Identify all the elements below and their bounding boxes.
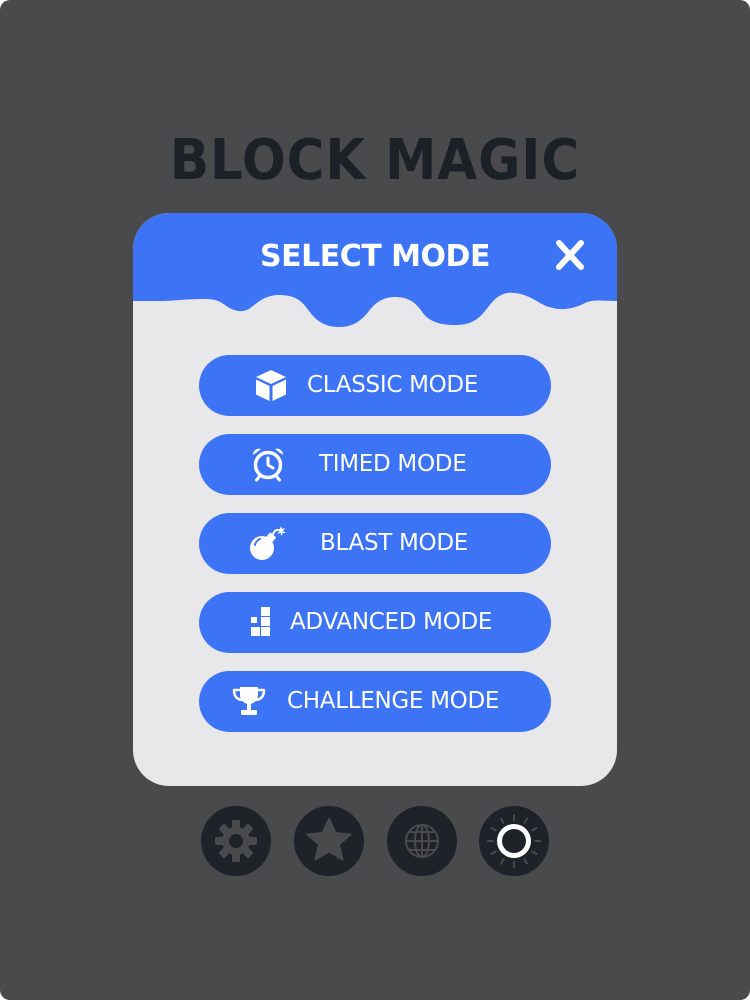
close-button[interactable] — [548, 233, 592, 277]
advanced-mode-button[interactable]: ADVANCED MODE — [199, 592, 551, 653]
dialog-header-drip-shape — [133, 213, 617, 327]
trophy-icon — [232, 687, 266, 715]
select-mode-dialog: SELECT MODE CLASSIC MODE TIMED MODE BLAS… — [133, 213, 617, 786]
blocks-icon — [251, 607, 270, 636]
star-icon — [306, 818, 352, 861]
cube-icon — [256, 370, 286, 401]
timed-mode-button[interactable]: TIMED MODE — [199, 434, 551, 495]
game-screen: BLOCK MAGIC SELECT MODE CLASSIC MODE TIM… — [0, 0, 750, 1000]
advanced-mode-label: ADVANCED MODE — [290, 609, 493, 635]
blast-mode-label: BLAST MODE — [320, 530, 469, 556]
classic-mode-label: CLASSIC MODE — [307, 372, 479, 398]
challenge-mode-button[interactable]: CHALLENGE MODE — [199, 671, 551, 732]
dialog-header — [133, 213, 617, 353]
game-title: BLOCK MAGIC — [169, 128, 581, 193]
alarm-clock-icon — [252, 448, 284, 482]
classic-mode-button[interactable]: CLASSIC MODE — [199, 355, 551, 416]
theme-button[interactable] — [479, 806, 549, 876]
timed-mode-label: TIMED MODE — [319, 451, 467, 477]
blast-mode-button[interactable]: BLAST MODE — [199, 513, 551, 574]
gear-icon — [215, 820, 257, 862]
dialog-title: SELECT MODE — [260, 239, 490, 274]
bomb-icon — [250, 526, 286, 560]
close-icon — [556, 240, 584, 270]
rate-button[interactable] — [294, 806, 364, 876]
theme-toggle-icon — [487, 814, 541, 868]
challenge-mode-label: CHALLENGE MODE — [287, 688, 500, 714]
globe-icon — [405, 824, 439, 858]
settings-button[interactable] — [201, 806, 271, 876]
language-button[interactable] — [387, 806, 457, 876]
